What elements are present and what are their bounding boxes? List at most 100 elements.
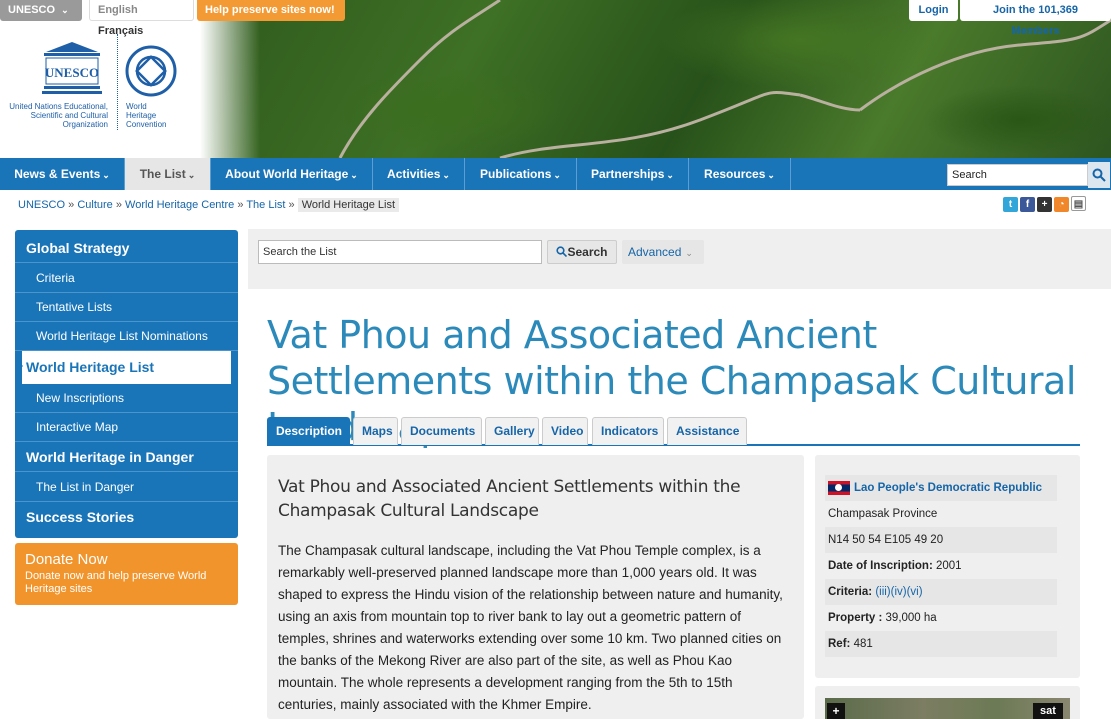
sidebar-item-nominations[interactable]: World Heritage List Nominations [15,322,238,351]
breadcrumb: UNESCO » Culture » World Heritage Centre… [18,198,400,212]
province-row: Champasak Province [828,508,938,520]
chevron-down-icon: ⌄ [553,170,561,180]
inscription-label: Date of Inscription: [828,560,933,572]
map-zoom-in-button[interactable]: + [827,703,845,719]
print-icon[interactable]: ▤ [1071,196,1086,211]
ref-value: 481 [853,638,873,650]
criteria-label: Criteria: [828,586,873,598]
unesco-menu-button[interactable]: UNESCO ⌄ [0,0,82,21]
advanced-search-toggle[interactable]: Advanced ⌄ [622,240,704,264]
nav-label: Publications [480,167,552,181]
join-members-button[interactable]: Join the 101,369 Members [960,0,1111,37]
world-heritage-emblem-icon [125,45,177,97]
criteria-link[interactable]: (iii)(iv)(vi) [875,586,922,598]
facebook-icon[interactable]: f [1020,197,1035,212]
nav-the-list[interactable]: The List ⌄ [125,158,211,190]
nav-label: Partnerships [591,167,665,181]
breadcrumb-separator: » [288,199,295,211]
country-row[interactable]: Lao People's Democratic Republic [825,475,1057,501]
description-body: The Champasak cultural landscape, includ… [278,543,783,712]
breadcrumb-link[interactable]: The List [246,199,285,211]
unesco-temple-icon: UNESCO [42,42,102,94]
ref-label: Ref: [828,638,851,650]
tab-video[interactable]: Video [542,417,588,445]
search-icon [556,246,568,258]
rss-icon[interactable]: ◔ [1054,197,1069,212]
nav-activities[interactable]: Activities ⌄ [373,158,465,190]
search-list-input[interactable]: Search the List [258,240,542,264]
nav-news-events[interactable]: News & Events ⌄ [0,158,125,190]
unesco-logo-word: UNESCO [45,65,99,80]
chevron-down-icon: ⌄ [102,170,110,180]
tab-indicators[interactable]: Indicators [592,417,664,445]
inscription-row: Date of Inscription: 2001 [825,553,1057,579]
description-heading: Vat Phou and Associated Ancient Settleme… [278,477,741,521]
property-label: Property : [828,612,883,624]
nav-label: The List [139,167,186,181]
logo-divider [117,34,118,130]
nav-label: News & Events [14,167,101,181]
sidebar-item-new-inscriptions[interactable]: New Inscriptions [15,384,238,413]
nav-partnerships[interactable]: Partnerships ⌄ [577,158,689,190]
property-tabs: Description Maps Documents Gallery Video… [267,417,1080,446]
site-search-input[interactable]: Search [947,164,1088,186]
tab-description[interactable]: Description [267,417,350,445]
social-share-bar: t f + ◔ ▤ [1003,196,1088,212]
property-info-panel: Lao People's Democratic Republic Champas… [815,455,1080,678]
chevron-down-icon: ⌄ [350,170,358,180]
chevron-down-icon: ⌄ [61,5,69,15]
map-satellite-toggle[interactable]: sat [1033,703,1063,719]
whc-text: World Heritage Convention [126,102,167,129]
sidebar-item-tentative-lists[interactable]: Tentative Lists [15,293,238,322]
unesco-logo[interactable]: UNESCO [4,40,112,103]
search-list-button[interactable]: Search [547,240,617,264]
tab-gallery[interactable]: Gallery [485,417,539,445]
breadcrumb-separator: » [115,199,122,211]
chevron-down-icon: ⌄ [442,170,450,180]
nav-about-world-heritage[interactable]: About World Heritage ⌄ [211,158,373,190]
tab-documents[interactable]: Documents [401,417,482,445]
tab-maps[interactable]: Maps [353,417,398,445]
chevron-down-icon: ⌄ [187,170,196,180]
language-switcher: English Français [89,0,194,37]
tab-assistance[interactable]: Assistance [667,417,747,445]
whc-logo[interactable] [124,44,180,103]
ref-row: Ref: 481 [825,631,1057,657]
inscription-value: 2001 [935,560,962,572]
description-panel: Vat Phou and Associated Ancient Settleme… [267,455,804,719]
sidebar-item-list-in-danger[interactable]: The List in Danger [15,473,238,502]
nav-label: Activities [387,167,441,181]
nav-publications[interactable]: Publications ⌄ [465,158,577,190]
sidebar-item-world-heritage-list[interactable]: World Heritage List [22,351,231,384]
twitter-icon[interactable]: t [1003,197,1018,212]
sidebar-item-criteria[interactable]: Criteria [15,264,238,293]
breadcrumb-link[interactable]: Culture [77,199,112,211]
lang-french-link[interactable]: Français [98,25,143,37]
coordinates-row: N14 50 54 E105 49 20 [825,527,1057,553]
nav-label: About World Heritage [225,167,349,181]
site-header: UNESCO ⌄ English Français Help preserve … [0,0,1111,158]
nav-resources[interactable]: Resources ⌄ [689,158,791,190]
breadcrumb-link[interactable]: World Heritage Centre [125,199,234,211]
property-row: Property : 39,000 ha [825,605,1057,631]
breadcrumb-separator: » [237,199,244,211]
hero-fade [200,0,260,158]
login-button[interactable]: Login [909,0,958,21]
property-value: 39,000 ha [885,612,937,624]
lang-english-link[interactable]: English [98,4,138,16]
breadcrumb-link[interactable]: UNESCO [18,199,65,211]
chevron-down-icon: ⌄ [767,170,775,180]
donate-box[interactable]: Donate Now Donate now and help preserve … [15,543,238,605]
sidebar-item-global-strategy[interactable]: Global Strategy [15,234,238,263]
sidebar-item-success-stories[interactable]: Success Stories [15,503,238,532]
share-plus-icon[interactable]: + [1037,197,1052,212]
unesco-menu-label: UNESCO [8,4,56,16]
sidebar-item-in-danger[interactable]: World Heritage in Danger [15,443,238,472]
nav-label: Resources [704,167,766,181]
great-wall-illustration [338,0,1111,158]
help-preserve-button[interactable]: Help preserve sites now! [197,0,345,21]
sidebar-item-interactive-map[interactable]: Interactive Map [15,413,238,442]
chevron-down-icon: ⌄ [685,248,693,258]
search-icon[interactable] [1088,162,1110,188]
criteria-row: Criteria: (iii)(iv)(vi) [825,579,1057,605]
